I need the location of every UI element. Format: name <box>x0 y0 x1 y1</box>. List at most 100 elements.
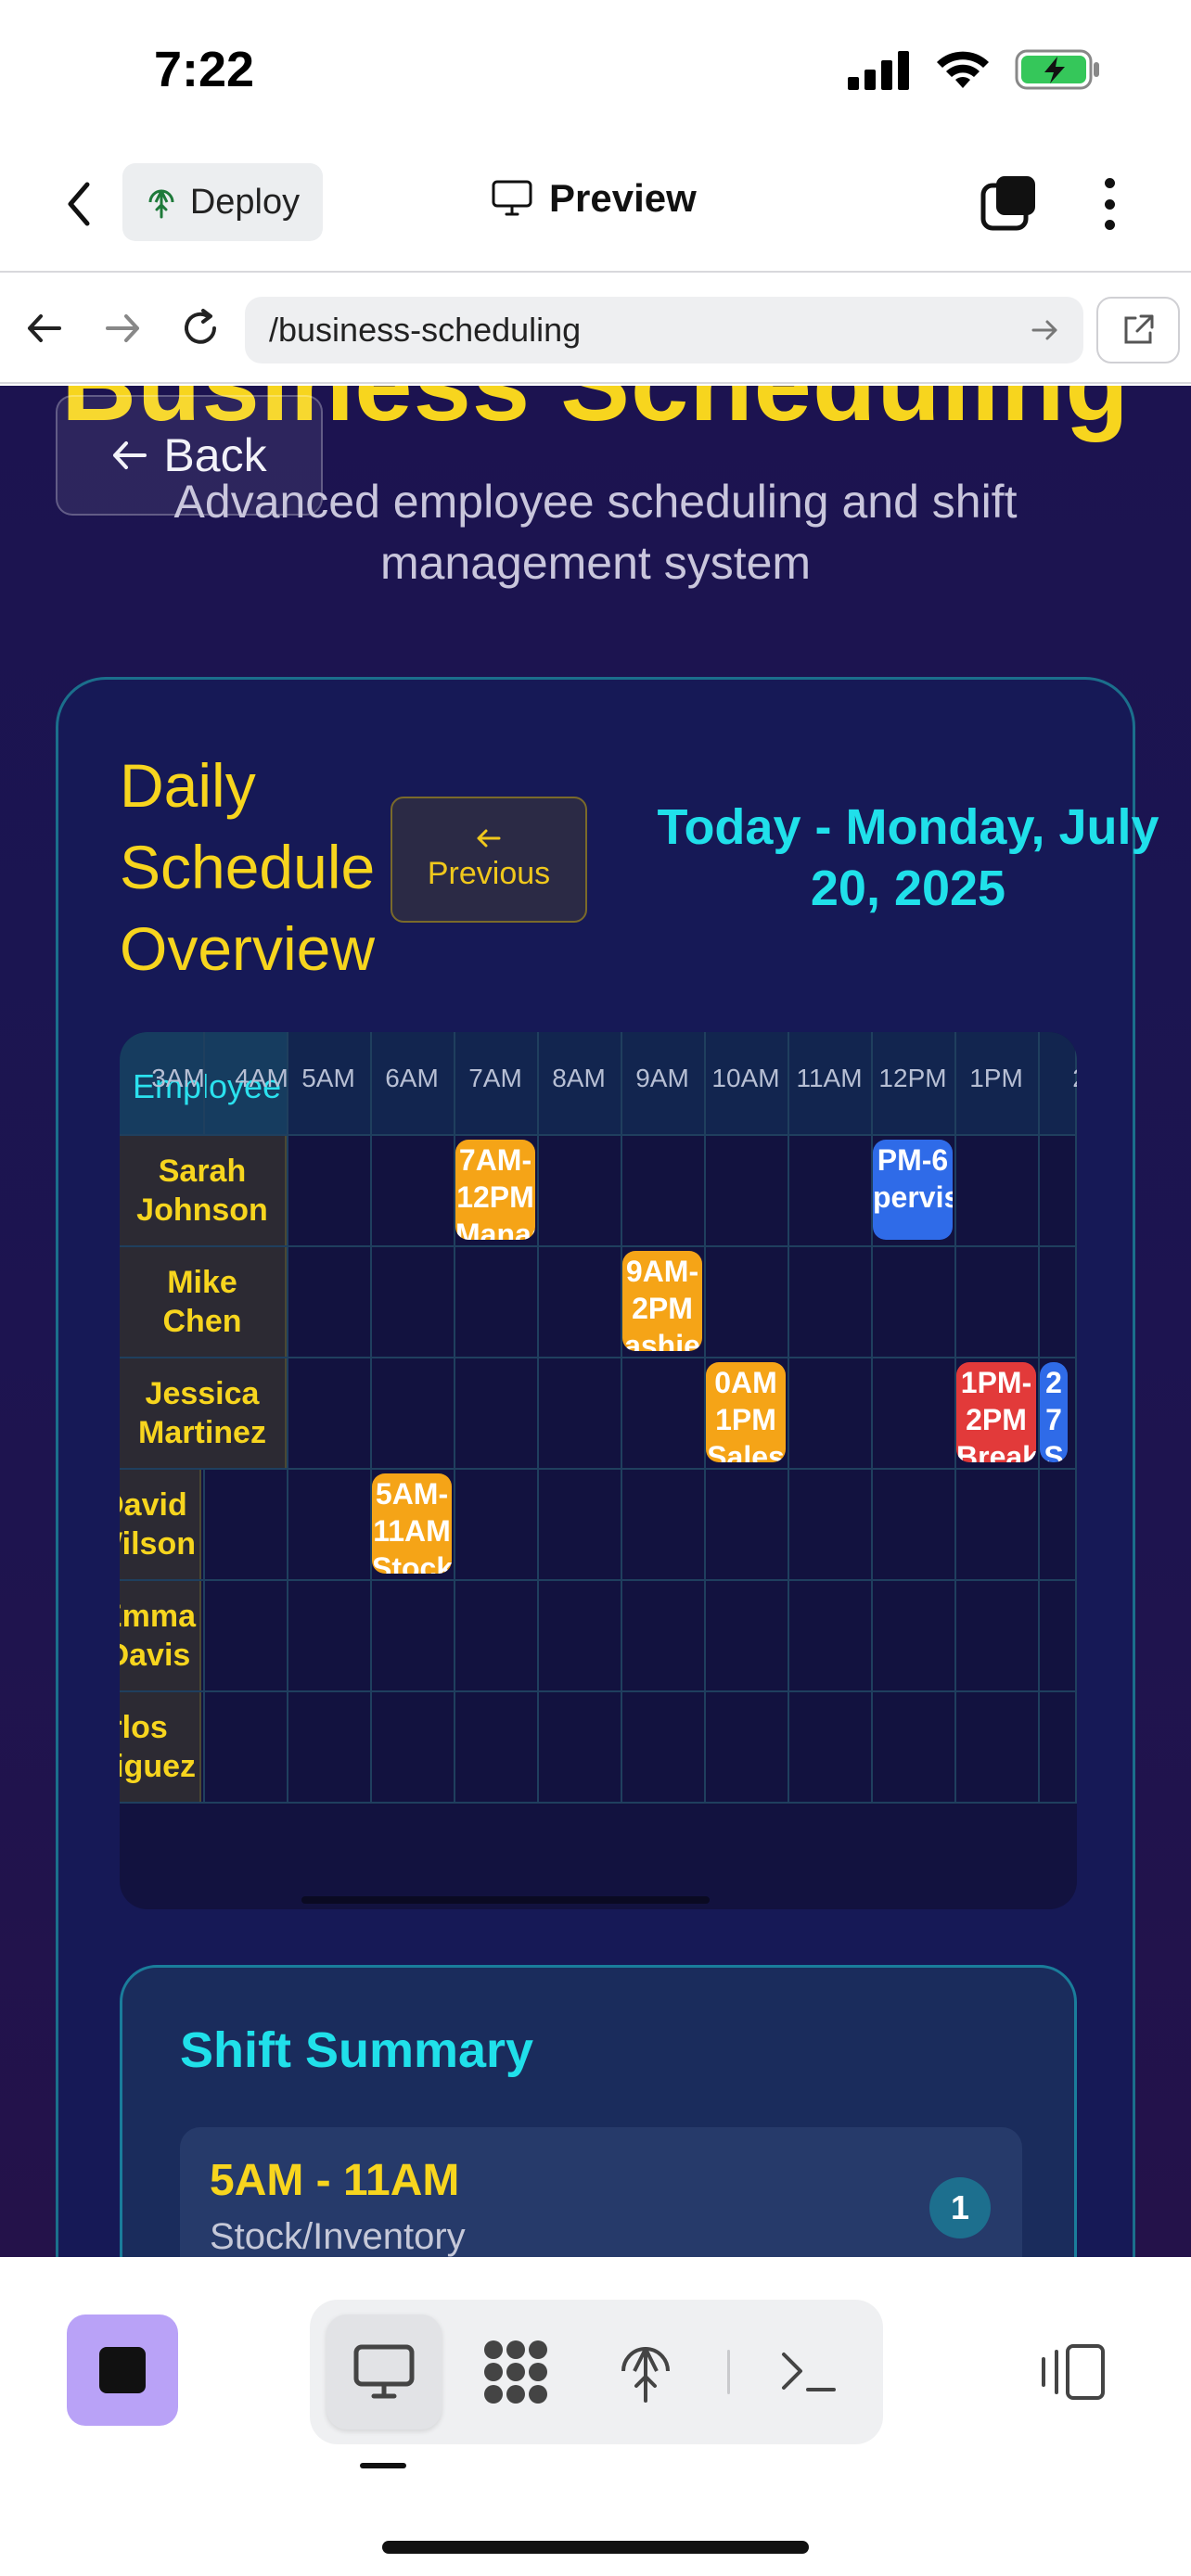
employee-name: Carlos Rodriguez <box>120 1708 196 1786</box>
browser-url-bar: /business-scheduling <box>0 274 1191 384</box>
shift-text: 11AM <box>373 1514 451 1548</box>
arrow-left-icon <box>477 829 501 847</box>
monitor-icon <box>353 2344 415 2399</box>
stop-button[interactable] <box>67 2315 178 2426</box>
shift-block[interactable]: PM-6 pervis <box>873 1140 953 1240</box>
shift-text: 2 <box>1045 1366 1062 1399</box>
terminal-view-button[interactable] <box>751 2315 866 2429</box>
shift-text: 0AM <box>714 1366 777 1399</box>
date-line: Today - Monday, July <box>657 799 1159 855</box>
shift-text: Sales <box>707 1440 785 1462</box>
deploy-icon <box>148 189 174 219</box>
web-content: Business Scheduling Back Advanced employ… <box>0 386 1191 2257</box>
shift-block[interactable]: 9AM- 2PM ashie <box>622 1251 702 1351</box>
employee-name-cell: DavidWilson <box>120 1470 201 1579</box>
status-bar: 7:22 <box>0 0 1191 139</box>
shift-summary: Shift Summary 5AM - 11AM Stock/Inventory… <box>120 1965 1077 2257</box>
horizontal-scrollbar[interactable] <box>301 1896 710 1904</box>
employee-name: Mike Chen <box>163 1263 242 1341</box>
layout-icon[interactable] <box>1030 2335 1113 2409</box>
hour-label: 1PM <box>969 1064 1023 1092</box>
employee-last-name: Davis <box>120 1638 191 1673</box>
status-icons <box>848 48 1102 91</box>
deploy-label: Deploy <box>189 182 301 222</box>
schedule-title-line: Daily <box>120 751 256 820</box>
view-switcher <box>310 2300 883 2444</box>
shift-text: Break <box>956 1440 1036 1462</box>
employee-name-cell: Mike Chen <box>120 1247 287 1357</box>
employee-name: Jessica Martinez <box>138 1374 266 1452</box>
arrow-left-icon <box>113 441 147 469</box>
shift-summary-item[interactable]: 5AM - 11AM Stock/Inventory 1 <box>180 2127 1022 2257</box>
shift-text: 2PM <box>966 1403 1027 1436</box>
shift-text: 1PM- <box>960 1366 1032 1399</box>
deploy-button[interactable]: Deploy <box>122 163 323 241</box>
apps-icon <box>484 2340 547 2404</box>
more-icon[interactable] <box>1091 174 1128 234</box>
previous-day-button[interactable]: Previous <box>391 797 587 923</box>
open-external-button[interactable] <box>1096 297 1180 363</box>
hour-label: 9AM <box>635 1064 689 1092</box>
schedule-grid[interactable]: Employee 3AM 4AM 5AM 6AM 7AM 8AM 9AM 10AM 11AM 12… <box>120 1032 1077 1909</box>
go-arrow-icon[interactable] <box>1031 318 1059 342</box>
employee-first-name: Emma <box>120 1599 196 1634</box>
grid-row-line <box>120 1802 1077 1804</box>
current-date: Today - Monday, July 20, 2025 <box>621 797 1191 919</box>
shift-block[interactable]: 1PM- 2PM Break <box>956 1362 1036 1462</box>
employee-name: Sarah Johnson <box>136 1152 268 1230</box>
shift-block[interactable]: 5AM- 11AM Stock <box>372 1473 452 1574</box>
grid-row-line <box>120 1468 1077 1470</box>
wifi-icon <box>937 51 989 88</box>
preview-label: Preview <box>549 176 697 220</box>
employee-first-name: Sarah <box>158 1154 247 1189</box>
shift-text: Manag <box>455 1218 535 1240</box>
shift-block[interactable]: 7AM-12PM Manag <box>455 1140 535 1240</box>
employee-first-name: David <box>120 1487 187 1523</box>
active-view-indicator <box>360 2463 406 2468</box>
employee-first-name: Jessica <box>145 1376 260 1411</box>
back-chevron-icon[interactable] <box>56 174 102 234</box>
hour-label: 10AM <box>711 1064 780 1092</box>
monitor-view-button[interactable] <box>327 2315 442 2429</box>
grid-column-line <box>788 1032 789 1802</box>
employee-name-cell: Sarah Johnson <box>120 1136 287 1245</box>
schedule-grid-inner: Employee 3AM 4AM 5AM 6AM 7AM 8AM 9AM 10AM 11AM 12… <box>120 1032 1077 1804</box>
employee-first-name: Mike <box>167 1265 237 1300</box>
app-header: Deploy Preview <box>0 139 1191 273</box>
employee-name-cell: Jessica Martinez <box>120 1358 287 1468</box>
schedule-title: Daily Schedule Overview <box>120 745 416 989</box>
deploy-view-button[interactable] <box>588 2315 703 2429</box>
employee-name: DavidWilson <box>120 1486 196 1563</box>
shift-text: 1PM <box>715 1403 776 1436</box>
tabs-icon[interactable] <box>980 172 1039 232</box>
grid-column-line <box>871 1032 873 1802</box>
arrow-left-icon[interactable] <box>19 302 70 354</box>
preview-title: Preview <box>492 176 697 221</box>
hour-label: 12PM <box>878 1064 947 1092</box>
employee-last-name: Chen <box>162 1304 242 1339</box>
shift-block[interactable]: 2 7 S <box>1040 1362 1068 1462</box>
subtitle-line: management system <box>379 537 812 589</box>
shift-text: PM-6 <box>877 1143 949 1177</box>
hour-label: 8AM <box>552 1064 606 1092</box>
employee-name-cell: Emma Davis <box>120 1581 201 1690</box>
shift-text: ashie <box>624 1329 700 1351</box>
grid-column-line <box>370 1032 372 1802</box>
arrow-right-icon[interactable] <box>96 302 148 354</box>
employee-last-name: Johnson <box>136 1192 268 1228</box>
shift-text: 2PM <box>632 1292 693 1325</box>
bottom-toolbar <box>0 2257 1191 2576</box>
shift-role: Stock/Inventory <box>210 2216 466 2257</box>
url-text: /business-scheduling <box>269 311 582 349</box>
grid-row-line <box>120 1690 1077 1692</box>
deploy-icon <box>621 2347 670 2403</box>
url-field[interactable]: /business-scheduling <box>245 297 1083 363</box>
shift-text: Stock <box>372 1551 452 1574</box>
shift-block[interactable]: 0AM 1PM Sales <box>706 1362 786 1462</box>
hour-label: 3AM <box>151 1064 205 1092</box>
schedule-title-line: Overview <box>120 914 376 983</box>
apps-view-button[interactable] <box>458 2315 573 2429</box>
reload-icon[interactable] <box>174 302 226 354</box>
terminal-icon <box>782 2353 836 2391</box>
shift-summary-title: Shift Summary <box>180 2022 534 2078</box>
